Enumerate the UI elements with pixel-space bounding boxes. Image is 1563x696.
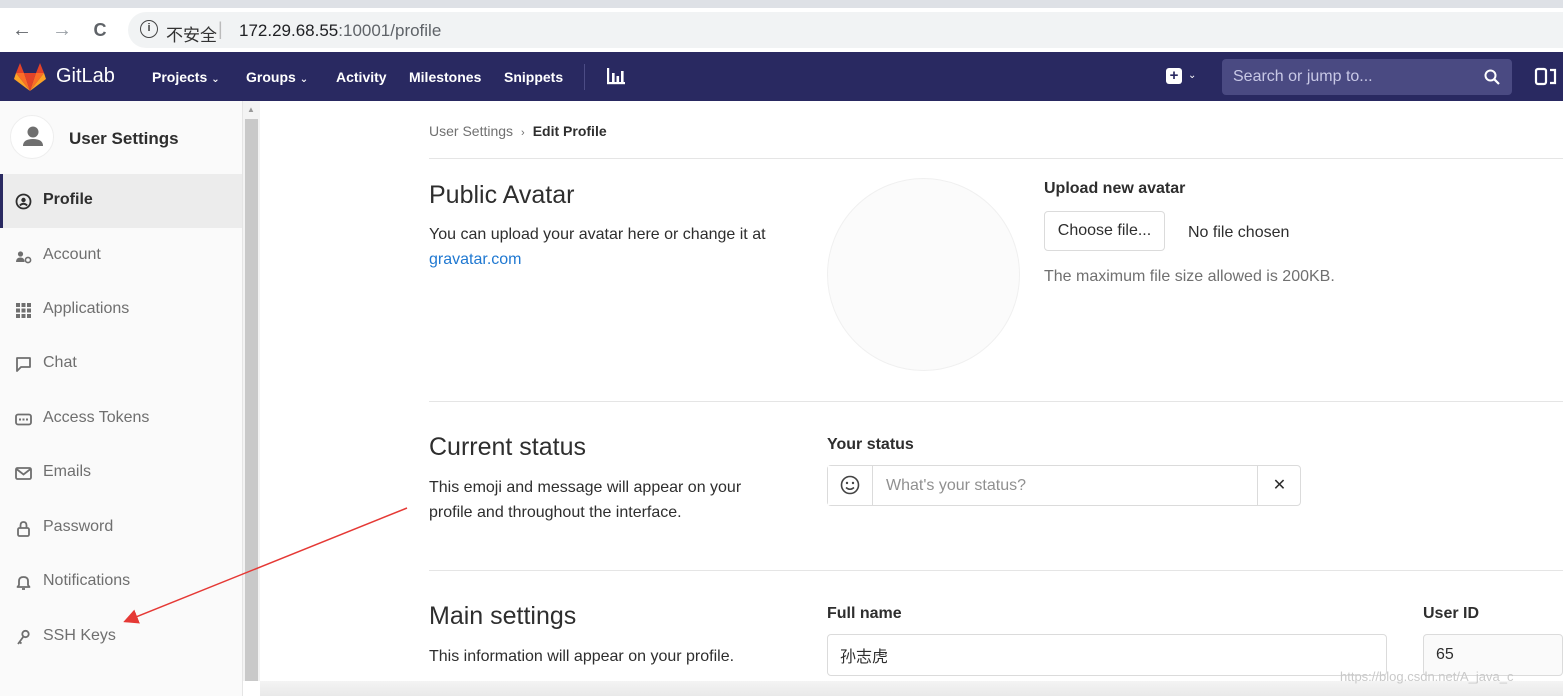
- nav-divider: [584, 64, 585, 90]
- avatar-size-help: The maximum file size allowed is 200KB.: [1044, 268, 1335, 285]
- nav-groups[interactable]: Groups ⌄: [246, 69, 308, 85]
- nav-projects-label: Projects: [152, 69, 208, 85]
- search-icon[interactable]: [1484, 69, 1500, 85]
- address-bar[interactable]: i 不安全 | 172.29.68.55:10001/profile: [128, 12, 1563, 48]
- status-desc-line2: profile and throughout the interface.: [429, 504, 682, 521]
- public-avatar-title: Public Avatar: [429, 181, 575, 209]
- bell-icon: [16, 576, 31, 590]
- chat-icon: [16, 357, 31, 372]
- your-status-label: Your status: [827, 436, 914, 453]
- status-field: ✕: [827, 465, 1301, 506]
- watermark-text: https://blog.csdn.net/A_java_c: [1340, 669, 1514, 684]
- sidebar-item-label: Access Tokens: [43, 409, 150, 426]
- divider: [429, 401, 1563, 402]
- browser-toolbar: ← → C i 不安全 | 172.29.68.55:10001/profile: [0, 0, 1563, 52]
- forward-button[interactable]: →: [50, 18, 74, 42]
- lock-icon: [17, 521, 30, 537]
- gitlab-logo-icon[interactable]: [14, 63, 46, 91]
- sidebar-item-label: Password: [43, 518, 114, 535]
- no-file-chosen-text: No file chosen: [1188, 224, 1290, 241]
- sidebar-title: User Settings: [69, 129, 179, 148]
- url-separator: |: [218, 19, 223, 39]
- insecure-label: 不安全: [166, 26, 217, 45]
- divider: [429, 158, 1563, 159]
- url-host: 172.29.68.55: [239, 21, 339, 40]
- nav-groups-label: Groups: [246, 69, 296, 85]
- email-icon: [15, 467, 32, 480]
- settings-sidebar: User Settings Profile Account Applicatio…: [0, 101, 243, 696]
- divider: [429, 570, 1563, 571]
- smiley-icon: [840, 475, 860, 495]
- avatar-preview: [827, 178, 1020, 371]
- clear-status-icon[interactable]: ✕: [1257, 466, 1301, 505]
- sidebar-item-notifications[interactable]: Notifications: [0, 555, 242, 609]
- url-path: :10001/profile: [338, 21, 442, 40]
- sidebar-item-applications[interactable]: Applications: [0, 283, 242, 337]
- user-icon: [23, 126, 43, 146]
- full-name-label: Full name: [827, 605, 902, 622]
- sidebar-item-label: Profile: [43, 191, 93, 208]
- chevron-down-icon: ⌄: [211, 74, 220, 85]
- scrollbar-thumb[interactable]: [245, 119, 258, 681]
- sidebar-item-emails[interactable]: Emails: [0, 446, 242, 500]
- nav-milestones[interactable]: Milestones: [409, 69, 481, 85]
- info-icon[interactable]: i: [140, 20, 158, 38]
- sidebar-item-label: SSH Keys: [43, 627, 116, 644]
- sidebar-item-label: Chat: [43, 354, 77, 371]
- token-icon: [15, 413, 32, 426]
- sidebar-item-ssh-keys[interactable]: SSH Keys: [0, 610, 242, 664]
- search-input[interactable]: [1222, 59, 1472, 95]
- upload-avatar-label: Upload new avatar: [1044, 180, 1186, 197]
- todos-icon[interactable]: [1534, 66, 1563, 88]
- search-box[interactable]: [1222, 59, 1512, 95]
- user-id-label: User ID: [1423, 605, 1480, 622]
- current-status-title: Current status: [429, 433, 587, 461]
- emoji-picker-button[interactable]: [828, 466, 873, 505]
- sidebar-header[interactable]: User Settings: [0, 101, 243, 173]
- main-settings-description: This information will appear on your pro…: [429, 648, 735, 665]
- nav-projects[interactable]: Projects ⌄: [152, 69, 220, 85]
- sidebar-item-chat[interactable]: Chat: [0, 337, 242, 391]
- status-desc-line1: This emoji and message will appear on yo…: [429, 479, 742, 496]
- gitlab-brand[interactable]: GitLab: [56, 65, 115, 88]
- chart-icon[interactable]: [606, 67, 626, 85]
- gitlab-header: GitLab Projects ⌄ Groups ⌄ Activity Milest…: [0, 52, 1563, 101]
- sidebar-item-label: Account: [43, 246, 101, 263]
- sidebar-item-profile[interactable]: Profile: [0, 174, 242, 228]
- breadcrumb: User Settings › Edit Profile: [429, 123, 607, 139]
- sidebar-item-label: Emails: [43, 463, 92, 480]
- sidebar-item-account[interactable]: Account: [0, 229, 242, 283]
- status-input[interactable]: [874, 466, 1257, 505]
- scroll-up-arrow-icon[interactable]: ▲: [247, 105, 255, 114]
- breadcrumb-separator-icon: ›: [521, 127, 525, 139]
- sidebar-scrollbar[interactable]: ▲: [243, 101, 260, 681]
- public-avatar-desc-text: You can upload your avatar here or chang…: [429, 226, 766, 243]
- nav-snippets[interactable]: Snippets: [504, 69, 563, 85]
- profile-icon: [15, 193, 32, 210]
- chevron-down-icon: ⌄: [299, 74, 309, 85]
- new-item-plus-icon[interactable]: +: [1166, 68, 1182, 84]
- sidebar-item-label: Applications: [43, 300, 130, 317]
- applications-icon: [16, 303, 31, 318]
- reload-button[interactable]: C: [88, 18, 112, 42]
- account-icon: [16, 251, 32, 264]
- breadcrumb-parent[interactable]: User Settings: [429, 123, 513, 139]
- choose-file-button[interactable]: Choose file...: [1044, 211, 1165, 251]
- user-avatar: [10, 115, 54, 159]
- sidebar-item-password[interactable]: Password: [0, 501, 242, 555]
- current-status-description: This emoji and message will appear on yo…: [429, 475, 741, 525]
- back-button[interactable]: ←: [10, 18, 34, 42]
- key-icon: [17, 629, 30, 645]
- public-avatar-description: You can upload your avatar here or chang…: [429, 222, 809, 272]
- main-settings-title: Main settings: [429, 602, 577, 630]
- url-text[interactable]: 172.29.68.55:10001/profile: [239, 21, 441, 41]
- full-name-input[interactable]: [827, 634, 1387, 676]
- gravatar-link[interactable]: gravatar.com: [429, 247, 809, 272]
- sidebar-item-access-tokens[interactable]: Access Tokens: [0, 392, 242, 446]
- sidebar-item-label: Notifications: [43, 572, 131, 589]
- nav-activity[interactable]: Activity: [336, 69, 387, 85]
- chevron-down-icon[interactable]: ⌄: [1188, 70, 1196, 81]
- breadcrumb-current[interactable]: Edit Profile: [533, 123, 607, 139]
